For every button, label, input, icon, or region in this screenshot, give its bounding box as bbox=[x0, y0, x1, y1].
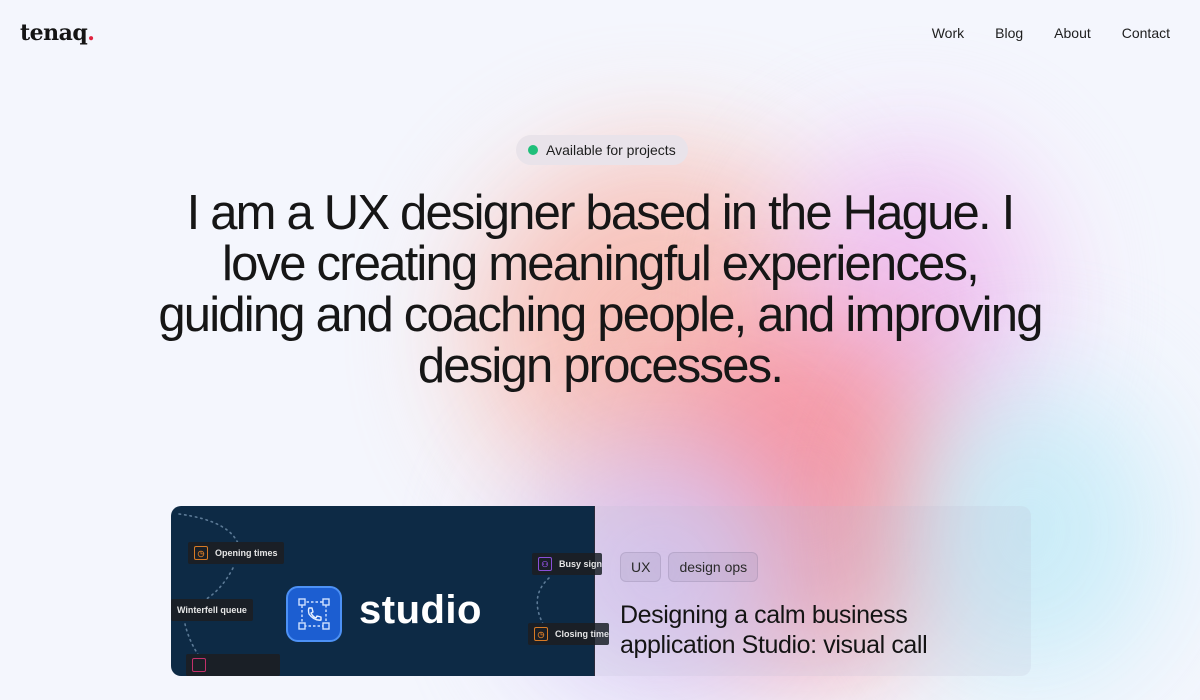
case-title: Designing a calm business application St… bbox=[620, 601, 928, 659]
nav-about[interactable]: About bbox=[1054, 25, 1091, 41]
nav-contact[interactable]: Contact bbox=[1122, 25, 1170, 41]
tag-ux[interactable]: UX bbox=[620, 552, 662, 582]
case-thumbnail: ◷ Opening times Winterfell queue ⚇ Busy … bbox=[171, 506, 610, 676]
flow-node-partial bbox=[186, 654, 280, 676]
app-wordmark: studio bbox=[359, 588, 482, 632]
availability-badge: Available for projects bbox=[516, 135, 688, 165]
flow-node-busy-sign: ⚇ Busy sign bbox=[532, 553, 603, 575]
case-tags: UX design ops bbox=[620, 552, 759, 582]
nav-blog[interactable]: Blog bbox=[995, 25, 1023, 41]
hero-headline: I am a UX designer based in the Hague. I… bbox=[158, 186, 1043, 393]
site-logo[interactable]: tenaq. bbox=[20, 20, 95, 46]
user-group-icon: ⚇ bbox=[538, 557, 552, 571]
status-dot-icon bbox=[528, 145, 538, 155]
case-summary: UX design ops Designing a calm business … bbox=[595, 506, 1031, 676]
availability-label: Available for projects bbox=[546, 142, 676, 158]
logo-text: tenaq bbox=[20, 20, 88, 46]
phone-call-icon bbox=[286, 586, 342, 642]
main-nav: Work Blog About Contact bbox=[901, 25, 1170, 41]
tag-design-ops[interactable]: design ops bbox=[668, 552, 759, 582]
nav-work[interactable]: Work bbox=[932, 25, 964, 41]
flow-node-winterfell-queue: Winterfell queue bbox=[171, 599, 253, 621]
clock-icon: ◷ bbox=[194, 546, 208, 560]
flow-node-opening-times: ◷ Opening times bbox=[188, 542, 284, 564]
featured-case-card[interactable]: ◷ Opening times Winterfell queue ⚇ Busy … bbox=[171, 506, 1031, 676]
node-icon bbox=[192, 658, 206, 672]
site-header: tenaq. Work Blog About Contact bbox=[0, 0, 1200, 70]
clock-icon: ◷ bbox=[534, 627, 548, 641]
logo-dot: . bbox=[87, 20, 95, 46]
